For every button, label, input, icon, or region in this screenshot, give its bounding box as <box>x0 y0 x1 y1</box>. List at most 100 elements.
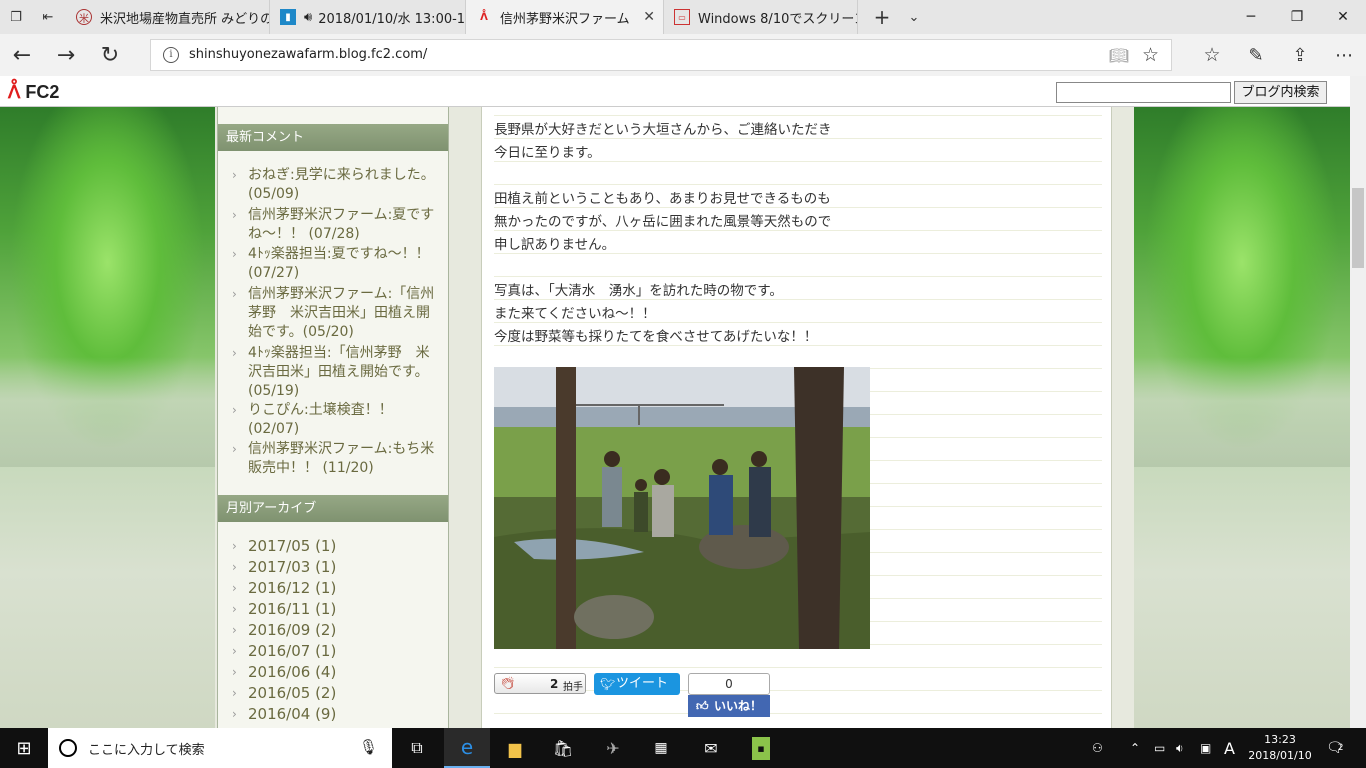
tab-preview-chevron-icon[interactable]: ⌄ <box>904 7 924 27</box>
edge-browser-icon[interactable]: e <box>444 728 490 768</box>
windows-start-icon[interactable]: ⊞ <box>0 728 48 768</box>
minimize-icon[interactable]: ─ <box>1228 0 1274 34</box>
comment-item[interactable]: りこぴん:土壌検査！！ (02/07) <box>232 401 440 439</box>
back-icon[interactable]: ← <box>4 38 40 72</box>
favicon-icon: 米 <box>76 9 92 25</box>
microphone-icon[interactable]: 🎙︎ <box>359 738 378 756</box>
archive-link[interactable]: 2016/06 (4) <box>232 662 336 683</box>
taskbar-search-placeholder: ここに入力して検索 <box>88 743 205 758</box>
comment-item[interactable]: 4ﾄｯ楽器担当:「信州茅野 米沢吉田米」田植え開始です。 (05/19) <box>232 344 440 401</box>
tab-list-icon[interactable]: ❐ <box>6 7 26 27</box>
archive-link[interactable]: 2017/05 (1) <box>232 536 336 557</box>
new-tab-icon[interactable]: + <box>872 5 892 29</box>
tab-windows[interactable]: ▭ Windows 8/10でスクリーンショ <box>664 0 858 34</box>
monthly-archive-heading: 月別アーカイブ <box>218 495 448 522</box>
page-scrollbar[interactable] <box>1350 76 1366 728</box>
tab-label: 信州茅野米沢ファーム <box>500 11 630 27</box>
comment-text[interactable]: おねぎ:見学に来られました。 <box>248 167 435 183</box>
entry-photo[interactable] <box>494 367 870 649</box>
comment-date: (07/28) <box>308 226 360 242</box>
tab-midori[interactable]: 米 米沢地場産物直売所 みどりの <box>66 0 270 34</box>
archive-link[interactable]: 2016/07 (1) <box>232 641 336 662</box>
tab-strip: ❐ ⇤ 米 米沢地場産物直売所 みどりの ▮ 🔊︎ 2018/01/10/水 1… <box>0 0 1366 34</box>
taskbar-search[interactable]: ここに入力して検索 🎙︎ <box>48 728 392 768</box>
tab-farm[interactable]: ᐰ 信州茅野米沢ファーム ✕ <box>466 0 664 34</box>
close-window-icon[interactable]: ✕ <box>1320 0 1366 34</box>
forward-icon[interactable]: → <box>48 38 84 72</box>
photo-illustration <box>494 367 870 649</box>
refresh-icon[interactable]: ↻ <box>92 38 128 72</box>
maximize-icon[interactable]: ❐ <box>1274 0 1320 34</box>
forest-background-right <box>1134 107 1350 728</box>
ime-mode-indicator[interactable]: A <box>1224 728 1240 768</box>
site-info-icon[interactable]: i <box>163 47 179 63</box>
like-count: 0 <box>688 673 770 695</box>
tweet-button[interactable]: 🐦︎ ツイート <box>594 673 680 695</box>
audio-playing-icon[interactable]: 🔊︎ <box>304 10 312 25</box>
volume-icon[interactable]: 🔉︎ <box>1176 728 1190 768</box>
comment-date: (05/20) <box>302 324 354 340</box>
sidebar: 最新コメント おねぎ:見学に来られました。 (05/09) 信州茅野米沢ファーム:… <box>217 107 449 728</box>
show-hidden-icons-icon[interactable]: ⌃ <box>1130 728 1144 768</box>
url-text[interactable]: shinshuyonezawafarm.blog.fc2.com/ <box>189 47 427 62</box>
mail-icon[interactable]: ✉︎ <box>688 728 734 768</box>
share-icon[interactable]: ⇪ <box>1282 38 1318 72</box>
tab-radio[interactable]: ▮ 🔊︎ 2018/01/10/水 13:00-1 <box>270 0 466 34</box>
battery-icon[interactable]: ▭ <box>1154 728 1168 768</box>
reading-view-icon[interactable]: 📖︎ <box>1109 46 1129 65</box>
fc2-logo[interactable]: ᐰ FC2 <box>8 82 59 103</box>
app-icon[interactable]: ✈︎ <box>590 728 636 768</box>
store-icon[interactable]: 🛍︎ <box>540 728 586 768</box>
action-center-icon[interactable]: 🗨︎ 2 <box>1326 728 1352 768</box>
task-view-icon[interactable]: ⧉ <box>394 728 440 768</box>
like-button[interactable]: 👍︎ いいね！ <box>688 695 770 717</box>
tab-label: 米沢地場産物直売所 みどりの <box>100 11 270 27</box>
clap-count: 2 <box>550 677 559 691</box>
favorites-hub-icon[interactable]: ☆ <box>1194 38 1230 72</box>
comment-date: (02/07) <box>248 421 300 437</box>
scrollbar-thumb[interactable] <box>1352 188 1364 268</box>
clap-button[interactable]: 👏︎ 2 拍手 <box>494 673 586 694</box>
file-explorer-icon[interactable]: ▆ <box>492 728 538 768</box>
favorite-star-icon[interactable]: ☆ <box>1142 44 1159 66</box>
ime-status-icon[interactable]: ▣ <box>1200 728 1214 768</box>
archive-link[interactable]: 2016/09 (2) <box>232 620 336 641</box>
tab-label: 2018/01/10/水 13:00-1 <box>318 11 466 27</box>
people-icon[interactable]: ⚇ <box>1092 728 1112 768</box>
comment-date: (11/20) <box>322 460 374 476</box>
archive-link[interactable]: 2016/05 (2) <box>232 683 336 704</box>
comment-text[interactable]: りこぴん:土壌検査！！ <box>248 402 393 418</box>
close-tab-icon[interactable]: ✕ <box>643 9 655 25</box>
clock-time: 13:23 <box>1264 733 1296 746</box>
blog-search-button[interactable]: ブログ内検索 <box>1234 81 1327 104</box>
comment-item[interactable]: 4ﾄｯ楽器担当:夏ですね～！！ (07/27) <box>232 245 440 283</box>
comment-item[interactable]: 信州茅野米沢ファーム:夏ですね～！！ (07/28) <box>232 206 440 244</box>
forest-background-left <box>0 107 215 728</box>
entry-line: 今度は野菜等も採りたてを食べさせてあげたいな！！ <box>494 329 818 345</box>
taskbar-clock[interactable]: 13:23 2018/01/10 <box>1248 732 1312 764</box>
entry-line: 申し訳ありません。 <box>494 237 616 253</box>
comment-item[interactable]: 信州茅野米沢ファーム:もち米 販売中！！ (11/20) <box>232 440 448 478</box>
comment-item[interactable]: おねぎ:見学に来られました。 (05/09) <box>232 166 440 204</box>
entry-body: 長野県が大好きだという大垣さんから、ご連絡いただき 今日に至ります。 田植え前と… <box>481 107 1112 728</box>
archive-link[interactable]: 2016/11 (1) <box>232 599 336 620</box>
set-aside-tabs-icon[interactable]: ⇤ <box>38 7 58 27</box>
comment-text[interactable]: 4ﾄｯ楽器担当:「信州茅野 米沢吉田米」田植え開始です。 <box>248 345 430 380</box>
favicon-icon: ▮ <box>280 9 296 25</box>
entry-line: 今日に至ります。 <box>494 145 601 161</box>
tweet-label: ツイート <box>616 676 669 691</box>
more-menu-icon[interactable]: ⋯ <box>1326 38 1362 72</box>
archive-link[interactable]: 2016/12 (1) <box>232 578 336 599</box>
green-app-icon[interactable]: ▪ <box>738 728 784 768</box>
fc2-header: ᐰ FC2 ブログ内検索 <box>0 76 1366 107</box>
pen-icon[interactable]: ✎ <box>1238 38 1274 72</box>
comment-text[interactable]: 4ﾄｯ楽器担当:夏ですね～！！ <box>248 246 430 262</box>
comment-item[interactable]: 信州茅野米沢ファーム:「信州茅野 米沢吉田米」田植え開始です。(05/20) <box>232 285 440 342</box>
archive-link[interactable]: 2017/03 (1) <box>232 557 336 578</box>
like-label: いいね！ <box>714 699 763 713</box>
address-bar[interactable]: i shinshuyonezawafarm.blog.fc2.com/ 📖︎ ☆ <box>150 39 1172 71</box>
clap-hand-icon: 👏︎ <box>500 676 516 690</box>
blog-search-input[interactable] <box>1056 82 1231 103</box>
photo-app-icon[interactable]: ▦ <box>638 728 684 768</box>
archive-link[interactable]: 2016/04 (9) <box>232 704 336 725</box>
